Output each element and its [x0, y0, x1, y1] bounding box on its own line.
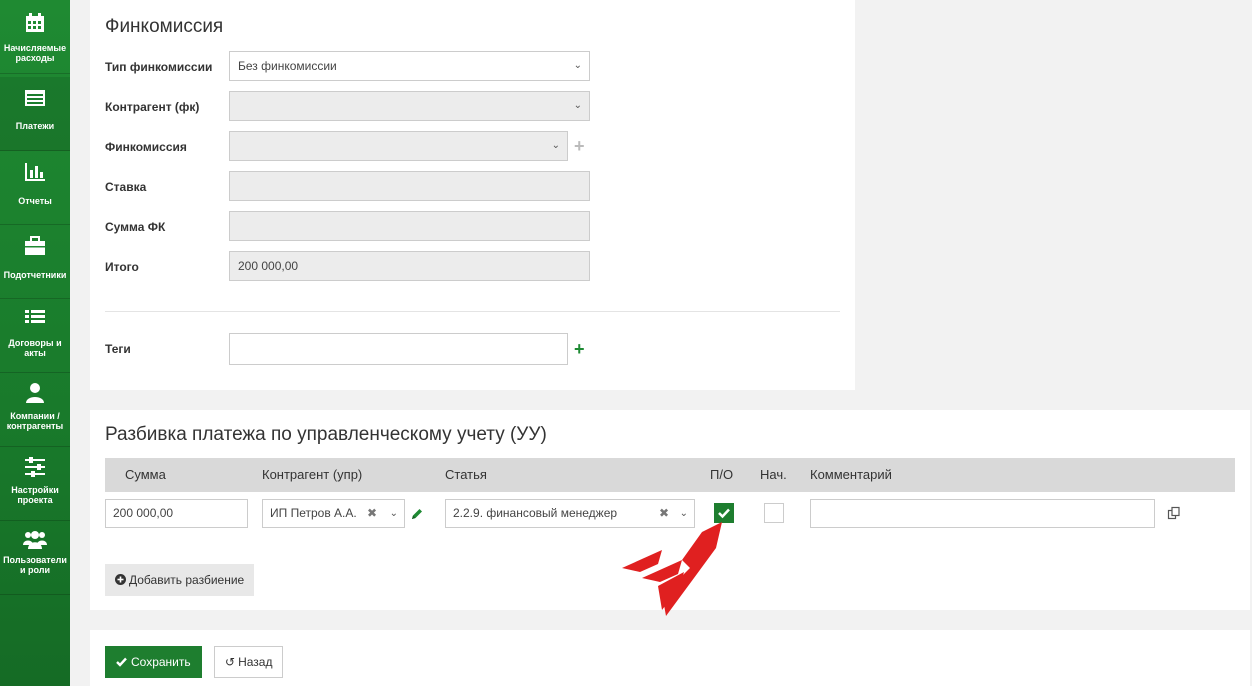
users-icon [23, 531, 47, 549]
add-split-label: Добавить разбиение [129, 573, 245, 587]
column-comment: Комментарий [810, 467, 892, 482]
nach-checkbox[interactable] [764, 503, 784, 523]
fk-sum-label: Сумма ФК [105, 220, 166, 234]
sidebar-item-label: Компании / контрагенты [6, 411, 64, 431]
total-field[interactable]: 200 000,00 [229, 251, 590, 281]
annotation-arrow-icon [622, 522, 722, 616]
row-sum-input[interactable]: 200 000,00 [105, 499, 248, 528]
copy-icon[interactable] [1167, 506, 1181, 520]
save-button-label: Сохранить [131, 655, 191, 669]
sliders-icon [25, 457, 45, 477]
payments-icon [25, 90, 45, 106]
sidebar-item-reports[interactable]: Отчеты [0, 151, 70, 225]
split-panel: Разбивка платежа по управленческому учет… [90, 410, 1250, 616]
back-button-label: Назад [238, 655, 273, 669]
sidebar-item-label: Платежи [15, 121, 55, 131]
sidebar-item-label: Отчеты [18, 196, 52, 206]
calendar-icon [26, 13, 44, 32]
fincommission-type-value: Без финкомиссии [238, 59, 337, 73]
checkmark-icon [718, 508, 730, 519]
row-article-value: 2.2.9. финансовый менеджер [453, 506, 618, 520]
split-table-header: Сумма Контрагент (упр) Статья П/О Нач. К… [105, 458, 1235, 492]
divider [105, 311, 840, 312]
fincommission-title: Финкомиссия [105, 16, 224, 37]
sidebar-item-accountables[interactable]: Подотчетники [0, 225, 70, 299]
chevron-down-icon: ⌄ [573, 100, 582, 111]
tags-input[interactable] [229, 333, 568, 365]
rate-label: Ставка [105, 180, 147, 194]
chevron-down-icon: ⌄ [573, 60, 582, 71]
column-article: Статья [445, 467, 487, 482]
plus-circle-icon [115, 574, 126, 585]
total-label: Итого [105, 260, 139, 274]
bar-chart-icon [25, 163, 45, 181]
split-title: Разбивка платежа по управленческому учет… [105, 424, 547, 445]
sidebar: Начисляемые расходы Платежи Отчеты Подот… [0, 0, 70, 686]
user-icon [26, 383, 44, 403]
commission-label: Финкомиссия [105, 140, 187, 154]
sidebar-item-users-roles[interactable]: Пользователи и роли [0, 521, 70, 595]
add-tag-plus-icon[interactable]: + [574, 340, 585, 358]
row-counterparty-select[interactable]: ИП Петров А.А. ✖ ⌄ [262, 499, 405, 528]
counterparty-fk-label: Контрагент (фк) [105, 100, 200, 114]
sidebar-item-accrued-expenses[interactable]: Начисляемые расходы [0, 0, 70, 74]
row-counterparty-value: ИП Петров А.А. [270, 506, 357, 520]
save-button[interactable]: Сохранить [105, 646, 202, 678]
column-nach: Нач. [760, 467, 787, 482]
add-commission-plus-icon[interactable]: + [574, 137, 585, 155]
checkmark-icon [116, 657, 127, 667]
fk-sum-field[interactable] [229, 211, 590, 241]
row-comment-input[interactable] [810, 499, 1155, 528]
counterparty-fk-select[interactable]: ⌄ [229, 91, 590, 121]
sidebar-item-companies[interactable]: Компании / контрагенты [0, 373, 70, 447]
pencil-icon[interactable] [410, 507, 424, 521]
chevron-down-icon: ⌄ [551, 140, 560, 151]
add-split-button[interactable]: Добавить разбиение [105, 564, 255, 596]
sidebar-item-label: Подотчетники [3, 270, 67, 280]
back-button[interactable]: ↺ Назад [214, 646, 284, 678]
sidebar-item-payments[interactable]: Платежи [0, 77, 70, 151]
sidebar-item-label: Пользователи и роли [3, 555, 67, 575]
chevron-down-icon: ⌄ [389, 508, 398, 519]
column-po: П/О [710, 467, 734, 482]
rate-field[interactable] [229, 171, 590, 201]
undo-icon: ↺ [225, 655, 236, 669]
sidebar-item-label: Договоры и акты [8, 338, 62, 358]
sidebar-item-contracts[interactable]: Договоры и акты [0, 299, 70, 373]
column-counterparty: Контрагент (упр) [262, 467, 363, 482]
fincommission-type-select[interactable]: Без финкомиссии ⌄ [229, 51, 590, 81]
footer-panel: Сохранить ↺ Назад [90, 630, 1250, 686]
row-sum-value: 200 000,00 [113, 506, 174, 520]
list-icon [25, 310, 45, 323]
fincommission-panel: Финкомиссия Тип финкомиссии Без финкомис… [90, 0, 855, 390]
sidebar-item-project-settings[interactable]: Настройки проекта [0, 447, 70, 521]
commission-select[interactable]: ⌄ [229, 131, 568, 161]
sidebar-item-label: Настройки проекта [11, 485, 59, 505]
clear-icon[interactable]: ✖ [367, 500, 377, 527]
column-sum: Сумма [125, 467, 166, 482]
total-value: 200 000,00 [238, 259, 299, 273]
briefcase-icon [25, 236, 45, 255]
fincommission-type-label: Тип финкомиссии [105, 60, 213, 74]
tags-label: Теги [105, 342, 131, 356]
sidebar-item-label: Начисляемые расходы [3, 43, 67, 63]
